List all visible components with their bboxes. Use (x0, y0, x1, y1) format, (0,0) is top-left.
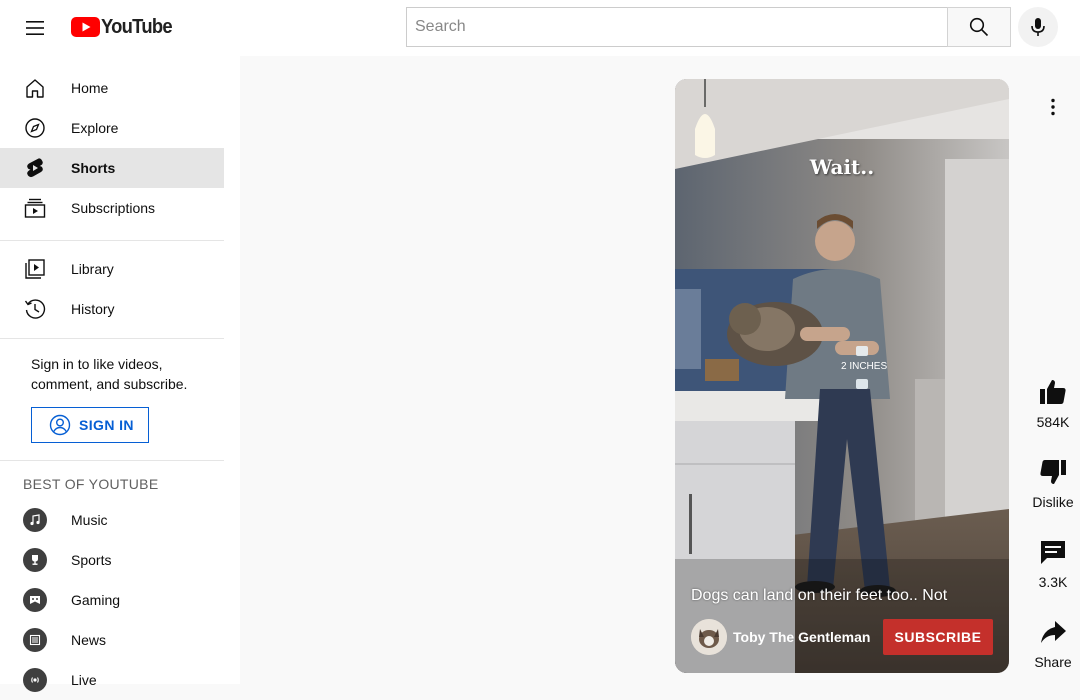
sidebar-item-label: Live (71, 672, 97, 688)
sidebar-item-label: Subscriptions (71, 200, 156, 216)
search-bar (406, 7, 1011, 47)
search-icon (969, 17, 989, 37)
signin-prompt: Sign in to like videos, comment, and sub… (31, 356, 188, 392)
music-icon (23, 508, 47, 532)
best-of-youtube-title: BEST OF YOUTUBE (23, 476, 159, 492)
search-input[interactable] (406, 7, 947, 47)
account-icon (49, 414, 71, 436)
sidebar-item-subscriptions[interactable]: Subscriptions (0, 188, 224, 228)
sidebar-item-library[interactable]: Library (0, 249, 224, 289)
library-icon (23, 257, 47, 281)
hamburger-icon (26, 21, 44, 35)
sidebar-item-music[interactable]: Music (0, 500, 224, 540)
thumbs-up-icon (1040, 380, 1066, 404)
video-inch-label: 2 INCHES (841, 361, 888, 372)
sidebar-item-home[interactable]: Home (0, 68, 224, 108)
short-video-player[interactable]: Wait.. 2 INCHES Dogs can land on their f… (675, 79, 1009, 673)
sidebar-item-news[interactable]: News (0, 620, 224, 660)
sign-in-button[interactable]: SIGN IN (31, 407, 149, 443)
youtube-logo[interactable]: YouTube (71, 15, 178, 39)
share-button[interactable]: Share (1030, 616, 1076, 670)
gamepad-icon (23, 588, 47, 612)
sidebar-item-label: News (71, 632, 107, 648)
search-button[interactable] (947, 7, 1011, 47)
top-bar: YouTube (0, 0, 1080, 56)
channel-name[interactable]: Toby The Gentleman (733, 629, 870, 645)
comment-count: 3.3K (1038, 574, 1068, 590)
dislike-label: Dislike (1032, 494, 1074, 510)
sidebar-item-label: Sports (71, 552, 112, 568)
sidebar-item-label: Gaming (71, 592, 121, 608)
channel-avatar[interactable] (691, 619, 727, 655)
compass-icon (23, 116, 47, 140)
sidebar-item-shorts[interactable]: Shorts (0, 148, 224, 188)
voice-search-button[interactable] (1018, 7, 1058, 47)
sidebar: Home Explore Shorts Subscriptions Librar… (0, 56, 240, 692)
video-overlay-text: Wait.. (809, 155, 875, 179)
channel-row: Toby The Gentleman SUBSCRIBE (691, 619, 993, 655)
shorts-icon (23, 156, 47, 180)
sidebar-item-label: Home (71, 80, 109, 96)
sidebar-divider (0, 460, 224, 461)
sidebar-item-gaming[interactable]: Gaming (0, 580, 224, 620)
sidebar-item-label: History (71, 301, 115, 317)
history-icon (23, 297, 47, 321)
dislike-button[interactable]: Dislike (1030, 456, 1076, 510)
sidebar-item-label: Music (71, 512, 108, 528)
sidebar-divider (0, 338, 224, 339)
sign-in-label: SIGN IN (79, 417, 134, 433)
share-icon (1041, 621, 1066, 643)
more-options-button[interactable] (1041, 95, 1065, 119)
sidebar-item-label: Shorts (71, 160, 116, 176)
live-icon (23, 668, 47, 692)
comment-icon (1041, 541, 1065, 564)
share-label: Share (1034, 654, 1072, 670)
trophy-icon (23, 548, 47, 572)
home-icon (23, 76, 47, 100)
logo-text: YouTube (101, 15, 173, 38)
sidebar-divider (0, 240, 224, 241)
subscriptions-icon (23, 196, 47, 220)
more-vert-icon (1051, 98, 1055, 116)
newspaper-icon (23, 628, 47, 652)
sidebar-item-sports[interactable]: Sports (0, 540, 224, 580)
sidebar-item-explore[interactable]: Explore (0, 108, 224, 148)
like-button[interactable]: 584K (1030, 376, 1076, 430)
sidebar-item-live[interactable]: Live (0, 660, 224, 700)
thumbs-down-icon (1040, 460, 1066, 484)
subscribe-button[interactable]: SUBSCRIBE (883, 619, 993, 655)
youtube-play-icon (71, 17, 100, 37)
like-count: 584K (1036, 414, 1070, 430)
comments-button[interactable]: 3.3K (1030, 536, 1076, 590)
sidebar-item-label: Explore (71, 120, 119, 136)
menu-button[interactable] (16, 8, 56, 48)
sidebar-item-label: Library (71, 261, 114, 277)
video-caption[interactable]: Dogs can land on their feet too.. Not (691, 587, 947, 605)
sidebar-item-history[interactable]: History (0, 289, 224, 329)
microphone-icon (1031, 18, 1045, 36)
